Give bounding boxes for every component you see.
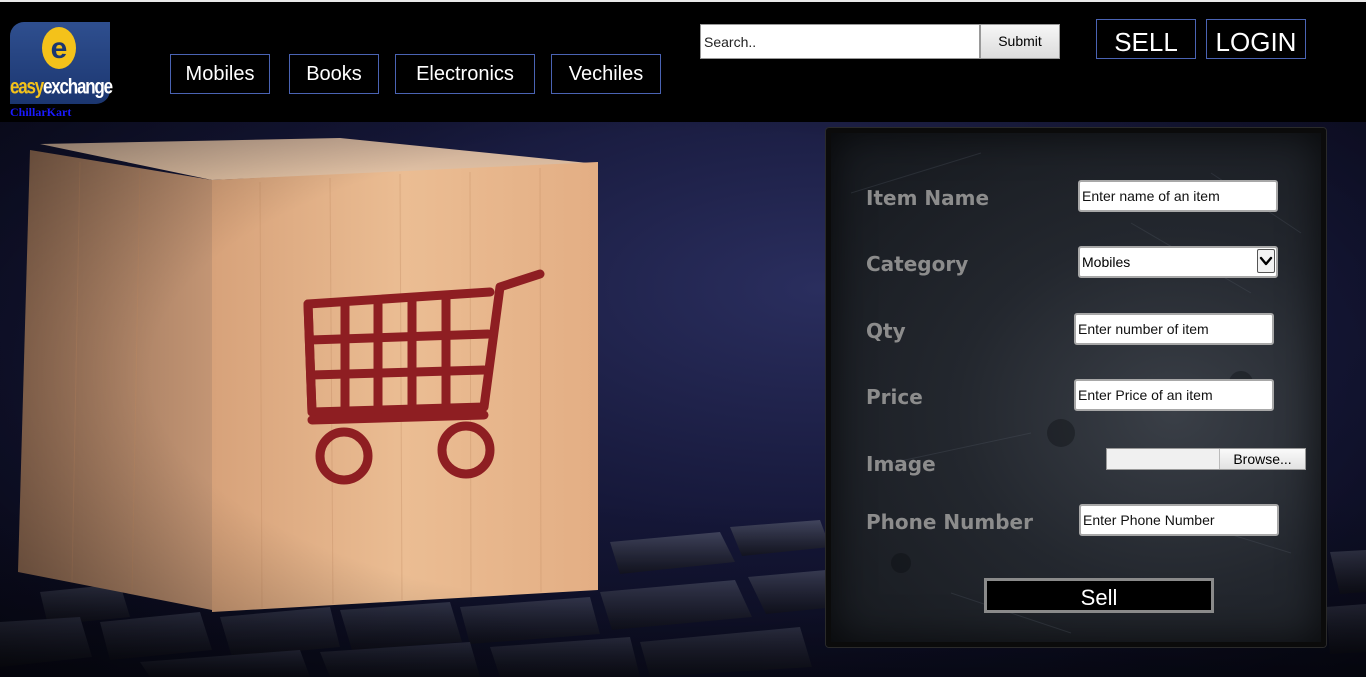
logo-e-icon: e xyxy=(42,27,76,69)
logo-wordmark: easyexchange xyxy=(10,74,113,99)
price-input[interactable] xyxy=(1074,379,1274,411)
category-selected-value: Mobiles xyxy=(1082,254,1131,270)
header: e easyexchange ChillarKart Mobiles Books… xyxy=(0,0,1366,122)
category-label: Category xyxy=(866,252,969,276)
search-submit-button[interactable]: Submit xyxy=(980,24,1060,59)
login-button[interactable]: LOGIN xyxy=(1206,19,1306,59)
image-label: Image xyxy=(866,452,936,476)
logo-word-easy: easy xyxy=(10,74,44,99)
qty-input[interactable] xyxy=(1074,313,1274,345)
nav-button-electronics[interactable]: Electronics xyxy=(395,54,535,94)
logo[interactable]: e easyexchange xyxy=(10,22,113,104)
sell-submit-button[interactable]: Sell xyxy=(984,578,1214,613)
search-input[interactable] xyxy=(700,24,980,59)
sell-nav-button[interactable]: SELL xyxy=(1096,19,1196,59)
page: e easyexchange ChillarKart Mobiles Books… xyxy=(0,0,1366,677)
file-path-field[interactable] xyxy=(1107,449,1220,469)
phone-number-label: Phone Number xyxy=(866,510,1033,534)
item-name-label: Item Name xyxy=(866,186,990,210)
image-file-input[interactable]: Browse... xyxy=(1106,448,1306,470)
logo-word-exchange: exchange xyxy=(43,74,113,99)
nav-button-mobiles[interactable]: Mobiles xyxy=(170,54,270,94)
nav-button-vechiles[interactable]: Vechiles xyxy=(551,54,661,94)
logo-letter: e xyxy=(51,32,68,65)
brand-sub-label: ChillarKart xyxy=(10,105,72,119)
category-select[interactable]: Mobiles xyxy=(1078,246,1278,278)
nav-button-books[interactable]: Books xyxy=(289,54,379,94)
sell-form-panel: Item Name Category Mobiles Qty Price Ima… xyxy=(826,128,1326,647)
price-label: Price xyxy=(866,385,923,409)
qty-label: Qty xyxy=(866,319,906,343)
phone-number-input[interactable] xyxy=(1079,504,1279,536)
chevron-down-icon[interactable] xyxy=(1257,249,1275,273)
browse-button[interactable]: Browse... xyxy=(1220,449,1305,469)
item-name-input[interactable] xyxy=(1078,180,1278,212)
